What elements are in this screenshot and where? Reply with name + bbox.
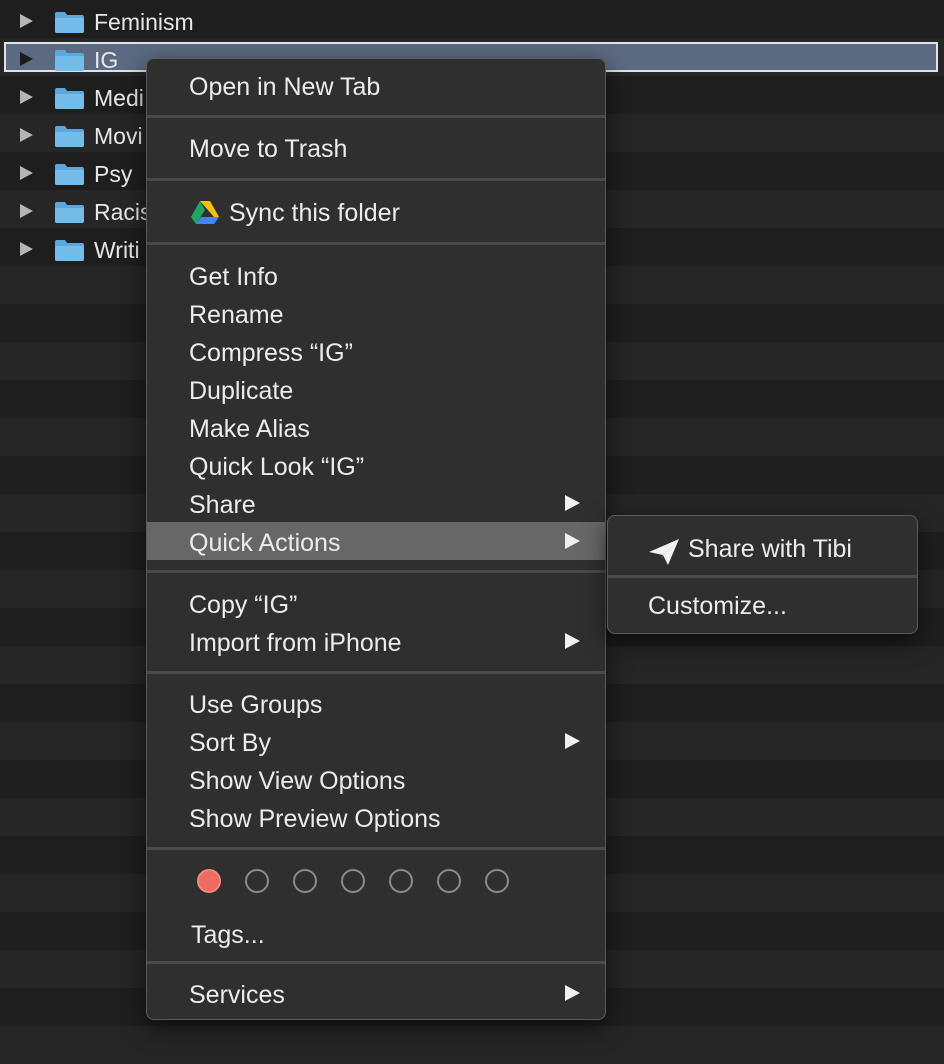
menu-item-label: Share — [189, 491, 256, 519]
disclosure-triangle-icon[interactable] — [20, 204, 33, 218]
menu-item-label: Import from iPhone — [189, 629, 402, 657]
folder-name: Racis — [94, 199, 152, 225]
disclosure-triangle-icon[interactable] — [20, 128, 33, 142]
menu-item-label: Make Alias — [189, 415, 310, 443]
submenu-item-label: Customize... — [648, 592, 787, 620]
tag-empty[interactable] — [437, 869, 461, 893]
menu-item-quick-actions[interactable]: Quick Actions — [147, 522, 605, 560]
menu-item-rename[interactable]: Rename — [147, 294, 605, 332]
tag-empty[interactable] — [389, 869, 413, 893]
folder-name: Movi — [94, 123, 143, 149]
menu-item-tags[interactable]: Tags... — [147, 914, 605, 952]
menu-item-label: Compress “IG” — [189, 339, 353, 367]
menu-separator — [147, 671, 605, 674]
menu-item-duplicate[interactable]: Duplicate — [147, 370, 605, 408]
menu-separator — [147, 961, 605, 964]
menu-item-quick-look[interactable]: Quick Look “IG” — [147, 446, 605, 484]
google-drive-icon — [191, 201, 219, 224]
context-menu: Open in New Tab Move to Trash Sync this … — [146, 58, 606, 1020]
folder-name: Psy — [94, 161, 133, 187]
menu-item-make-alias[interactable]: Make Alias — [147, 408, 605, 446]
folder-name: Medi — [94, 85, 144, 111]
menu-item-label: Get Info — [189, 263, 278, 291]
menu-item-copy[interactable]: Copy “IG” — [147, 584, 605, 622]
menu-separator — [147, 178, 605, 181]
submenu-arrow-icon — [565, 733, 580, 749]
disclosure-triangle-icon[interactable] — [20, 14, 33, 28]
disclosure-triangle-icon[interactable] — [20, 52, 33, 66]
folder-icon — [55, 12, 84, 33]
menu-item-label: Duplicate — [189, 377, 294, 405]
menu-item-label: Open in New Tab — [189, 73, 381, 101]
folder-icon — [55, 126, 84, 147]
menu-item-label: Quick Actions — [189, 529, 341, 557]
submenu-arrow-icon — [565, 495, 580, 511]
menu-separator — [147, 847, 605, 850]
tag-red[interactable] — [197, 869, 221, 893]
menu-item-import-from-iphone[interactable]: Import from iPhone — [147, 622, 605, 660]
menu-item-label: Show View Options — [189, 767, 406, 795]
submenu-item-share-with-tibi[interactable]: Share with Tibi — [608, 524, 917, 568]
folder-name: IG — [94, 47, 119, 73]
submenu-arrow-icon — [565, 533, 580, 549]
menu-item-label: Sort By — [189, 729, 271, 757]
menu-item-label: Tags... — [191, 921, 265, 949]
menu-item-get-info[interactable]: Get Info — [147, 256, 605, 294]
menu-separator — [608, 575, 917, 578]
menu-item-label: Services — [189, 981, 285, 1009]
menu-separator — [147, 242, 605, 245]
menu-item-label: Move to Trash — [189, 135, 348, 163]
tag-empty[interactable] — [293, 869, 317, 893]
tag-empty[interactable] — [485, 869, 509, 893]
menu-item-open-in-new-tab[interactable]: Open in New Tab — [147, 66, 605, 104]
disclosure-triangle-icon[interactable] — [20, 242, 33, 256]
folder-icon — [55, 240, 84, 261]
disclosure-triangle-icon[interactable] — [20, 90, 33, 104]
menu-item-label: Sync this folder — [229, 199, 400, 227]
menu-item-sync-this-folder[interactable]: Sync this folder — [147, 192, 605, 230]
menu-item-label: Copy “IG” — [189, 591, 298, 619]
menu-separator — [147, 115, 605, 118]
paper-plane-icon — [649, 539, 679, 565]
menu-item-show-view-options[interactable]: Show View Options — [147, 760, 605, 798]
menu-separator — [147, 570, 605, 573]
list-stripe — [0, 1026, 944, 1064]
folder-icon — [55, 202, 84, 223]
folder-icon — [55, 50, 84, 71]
menu-item-label: Use Groups — [189, 691, 323, 719]
menu-item-show-preview-options[interactable]: Show Preview Options — [147, 798, 605, 836]
menu-item-share[interactable]: Share — [147, 484, 605, 522]
disclosure-triangle-icon[interactable] — [20, 166, 33, 180]
submenu-item-label: Share with Tibi — [688, 535, 852, 563]
folder-icon — [55, 164, 84, 185]
menu-item-label: Quick Look “IG” — [189, 453, 365, 481]
folder-name: Feminism — [94, 9, 194, 35]
submenu-arrow-icon — [565, 985, 580, 1001]
menu-item-use-groups[interactable]: Use Groups — [147, 684, 605, 722]
menu-item-services[interactable]: Services — [147, 974, 605, 1012]
menu-item-compress[interactable]: Compress “IG” — [147, 332, 605, 370]
folder-name: Writi — [94, 237, 140, 263]
tag-empty[interactable] — [245, 869, 269, 893]
menu-item-sort-by[interactable]: Sort By — [147, 722, 605, 760]
submenu-item-customize[interactable]: Customize... — [608, 586, 917, 626]
menu-item-label: Rename — [189, 301, 284, 329]
finder-row-feminism[interactable]: Feminism — [0, 2, 944, 40]
menu-item-label: Show Preview Options — [189, 805, 441, 833]
quick-actions-submenu: Share with Tibi Customize... — [607, 515, 918, 634]
tag-empty[interactable] — [341, 869, 365, 893]
submenu-arrow-icon — [565, 633, 580, 649]
menu-item-move-to-trash[interactable]: Move to Trash — [147, 128, 605, 166]
folder-icon — [55, 88, 84, 109]
